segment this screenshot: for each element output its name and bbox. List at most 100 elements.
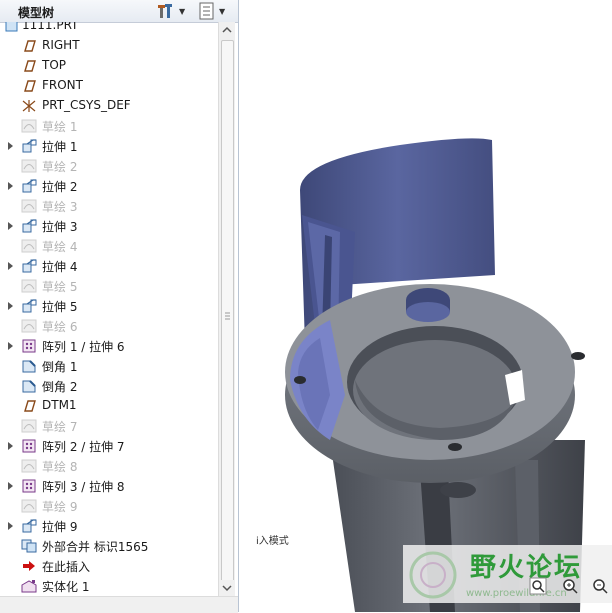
zoom-out-icon — [593, 579, 608, 594]
expand-arrow-icon[interactable] — [8, 482, 13, 490]
tree-item-label: 倒角 1 — [42, 360, 78, 374]
insert-arrow-icon — [21, 559, 37, 573]
expand-arrow-icon[interactable] — [8, 182, 13, 190]
tree-item[interactable]: 阵列 1 / 拉伸 6 — [0, 336, 218, 356]
tree-horizontal-scrollbar[interactable] — [0, 596, 238, 613]
tree-item-label: 草绘 8 — [42, 460, 78, 474]
tree-item[interactable]: FRONT — [0, 76, 218, 96]
datum-plane-icon — [21, 79, 37, 93]
expand-arrow-icon[interactable] — [8, 142, 13, 150]
chamfer-icon — [21, 359, 37, 373]
extrude-icon — [21, 259, 37, 273]
tree-item[interactable]: 在此插入 — [0, 556, 218, 576]
tree-root-item[interactable]: 1111.PRT — [0, 22, 218, 36]
expand-arrow-icon[interactable] — [8, 522, 13, 530]
settings-button[interactable]: ▼ — [156, 2, 185, 20]
zoom-in-icon — [563, 579, 578, 594]
tree-item[interactable]: 草绘 1 — [0, 116, 218, 136]
tree-item[interactable]: 拉伸 9 — [0, 516, 218, 536]
sketch-icon — [21, 279, 37, 293]
tree-item-label: 拉伸 4 — [42, 260, 78, 274]
tree-item[interactable]: 草绘 4 — [0, 236, 218, 256]
datum-plane-icon — [21, 39, 37, 53]
expand-arrow-icon[interactable] — [8, 342, 13, 350]
sketch-icon — [21, 159, 37, 173]
tree-item[interactable]: 草绘 9 — [0, 496, 218, 516]
zoom-window-button[interactable] — [528, 576, 548, 596]
tree-item[interactable]: PRT_CSYS_DEF — [0, 96, 218, 116]
tree-item[interactable]: 拉伸 5 — [0, 296, 218, 316]
tree-item-label: 草绘 6 — [42, 320, 78, 334]
tree-item[interactable]: 拉伸 3 — [0, 216, 218, 236]
zoom-window-icon — [529, 577, 547, 595]
expand-arrow-icon[interactable] — [8, 262, 13, 270]
tree-vertical-scrollbar[interactable] — [218, 22, 235, 596]
watermark-url: www.proewildfire.cn — [466, 588, 567, 599]
status-label: i入模式 — [256, 536, 289, 547]
scroll-thumb[interactable] — [221, 40, 234, 594]
sketch-icon — [21, 319, 37, 333]
tree-item[interactable]: 实体化 1 — [0, 576, 218, 596]
merge-icon — [21, 539, 37, 553]
sketch-icon — [21, 199, 37, 213]
settings-tools-icon — [158, 4, 172, 18]
sketch-icon — [21, 239, 37, 253]
extrude-icon — [21, 139, 37, 153]
chevron-down-icon: ▼ — [219, 6, 226, 16]
tree-item-label: PRT_CSYS_DEF — [42, 98, 131, 112]
graphics-viewport[interactable]: i入模式 — [239, 0, 612, 612]
tree-item[interactable]: 拉伸 1 — [0, 136, 218, 156]
tree-item[interactable]: 外部合并 标识1565 — [0, 536, 218, 556]
extrude-icon — [21, 179, 37, 193]
tree-item[interactable]: 阵列 3 / 拉伸 8 — [0, 476, 218, 496]
tree-item[interactable]: 草绘 6 — [0, 316, 218, 336]
tree-item-label: 拉伸 9 — [42, 520, 78, 534]
tree-item[interactable]: 阵列 2 / 拉伸 7 — [0, 436, 218, 456]
tree-item-label: 实体化 1 — [42, 580, 90, 594]
tree-item-label: RIGHT — [42, 38, 80, 52]
tree-item-label: 草绘 5 — [42, 280, 78, 294]
tree-item-label: FRONT — [42, 78, 83, 92]
sketch-icon — [21, 499, 37, 513]
sketch-icon — [21, 419, 37, 433]
3d-model-render[interactable] — [239, 0, 612, 612]
tree-item[interactable]: 倒角 2 — [0, 376, 218, 396]
model-tree-header: 模型树 ▼ ▼ — [0, 0, 238, 23]
tree-item[interactable]: 拉伸 4 — [0, 256, 218, 276]
extrude-icon — [21, 299, 37, 313]
tree-item[interactable]: 草绘 5 — [0, 276, 218, 296]
scroll-down-button[interactable] — [219, 580, 235, 596]
tree-item[interactable]: 草绘 3 — [0, 196, 218, 216]
expand-arrow-icon[interactable] — [8, 222, 13, 230]
tree-item[interactable]: 草绘 7 — [0, 416, 218, 436]
tree-item-label: 草绘 4 — [42, 240, 78, 254]
tree-item[interactable]: TOP — [0, 56, 218, 76]
tree-item[interactable]: 拉伸 2 — [0, 176, 218, 196]
solidify-icon — [21, 579, 37, 593]
zoom-in-button[interactable] — [560, 576, 580, 596]
tree-item[interactable]: RIGHT — [0, 36, 218, 56]
tree-item[interactable]: 倒角 1 — [0, 356, 218, 376]
tree-item-label: 拉伸 3 — [42, 220, 78, 234]
scroll-up-button[interactable] — [219, 22, 235, 38]
expand-arrow-icon[interactable] — [8, 302, 13, 310]
tree-item-label: 倒角 2 — [42, 380, 78, 394]
show-list-icon — [199, 2, 214, 20]
tree-item-label: 草绘 1 — [42, 120, 78, 134]
sketch-icon — [21, 459, 37, 473]
expand-arrow-icon[interactable] — [8, 442, 13, 450]
chamfer-icon — [21, 379, 37, 393]
tree-item-label: 草绘 3 — [42, 200, 78, 214]
part-icon — [5, 22, 18, 32]
csys-icon — [21, 99, 37, 113]
zoom-out-button[interactable] — [590, 576, 610, 596]
show-button[interactable]: ▼ — [198, 2, 225, 20]
tree-item-label: 在此插入 — [42, 560, 91, 574]
extrude-icon — [21, 219, 37, 233]
tree-item[interactable]: 草绘 8 — [0, 456, 218, 476]
tree-item[interactable]: DTM1 — [0, 396, 218, 416]
tree-item[interactable]: 草绘 2 — [0, 156, 218, 176]
tree-item-label: 拉伸 2 — [42, 180, 78, 194]
tree-root-label: 1111.PRT — [22, 22, 79, 32]
sketch-icon — [21, 119, 37, 133]
